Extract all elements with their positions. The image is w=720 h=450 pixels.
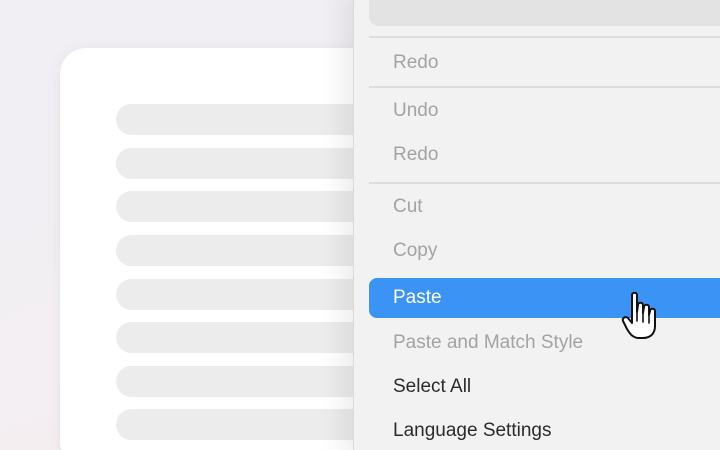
menu-separator	[369, 86, 720, 88]
hand-pointer-icon	[621, 291, 656, 339]
menu-separator	[369, 182, 720, 184]
context-menu: Redo Undo Redo Cut Copy Paste Paste and …	[353, 0, 720, 450]
menu-item-copy[interactable]: Copy	[369, 231, 720, 271]
menu-top-item-placeholder	[369, 0, 720, 26]
menu-item-undo[interactable]: Undo	[369, 91, 720, 131]
menu-item-select-all[interactable]: Select All	[369, 367, 720, 407]
menu-item-paste-and-match-style[interactable]: Paste and Match Style	[369, 323, 720, 363]
menu-item-redo[interactable]: Redo	[369, 43, 720, 83]
menu-item-redo[interactable]: Redo	[369, 135, 720, 175]
menu-item-language-settings[interactable]: Language Settings	[369, 411, 720, 450]
menu-separator	[369, 36, 720, 38]
menu-item-paste[interactable]: Paste	[369, 278, 720, 318]
document-window	[60, 48, 396, 450]
menu-item-cut[interactable]: Cut	[369, 187, 720, 227]
